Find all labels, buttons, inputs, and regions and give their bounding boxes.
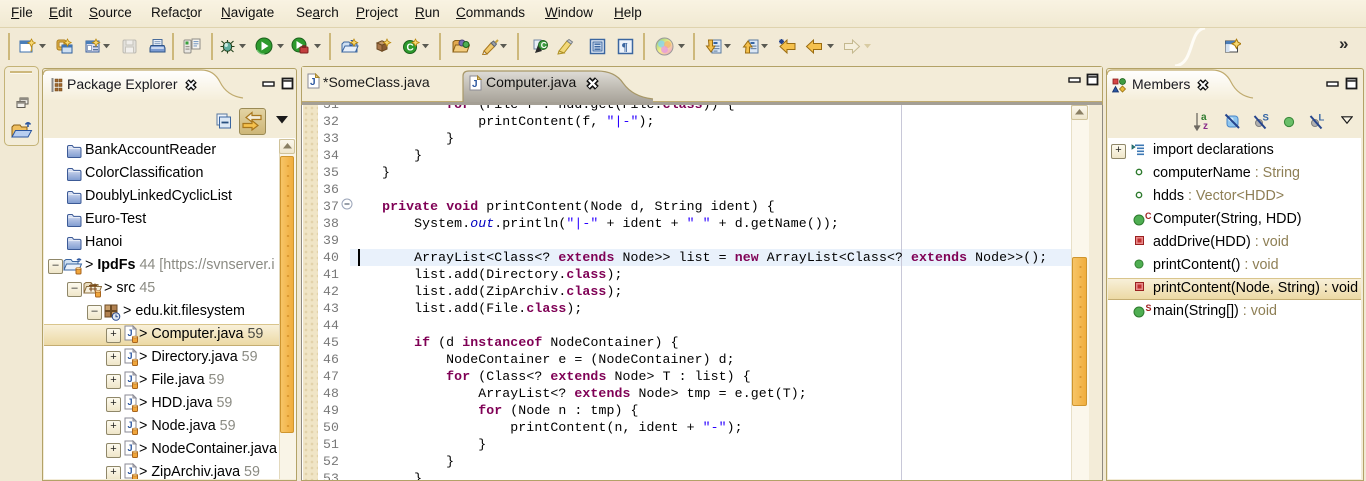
svg-text:J: J bbox=[310, 77, 316, 88]
svg-text:¶: ¶ bbox=[622, 40, 628, 54]
svg-text:J: J bbox=[128, 466, 133, 476]
svg-text:C: C bbox=[1145, 211, 1152, 221]
svg-text:J: J bbox=[128, 420, 133, 430]
svg-text:L: L bbox=[1319, 113, 1325, 124]
svg-text:J: J bbox=[128, 328, 133, 338]
svg-text:C: C bbox=[541, 40, 547, 50]
svg-text:J: J bbox=[128, 443, 133, 453]
svg-text:J: J bbox=[472, 79, 478, 90]
svg-text:C: C bbox=[407, 43, 414, 54]
svg-text:S: S bbox=[1263, 113, 1269, 124]
svg-text:S: S bbox=[1146, 303, 1152, 313]
svg-text:z: z bbox=[1203, 121, 1208, 131]
svg-text:J: J bbox=[128, 397, 133, 407]
svg-text:J: J bbox=[128, 351, 133, 361]
svg-text:J: J bbox=[128, 374, 133, 384]
